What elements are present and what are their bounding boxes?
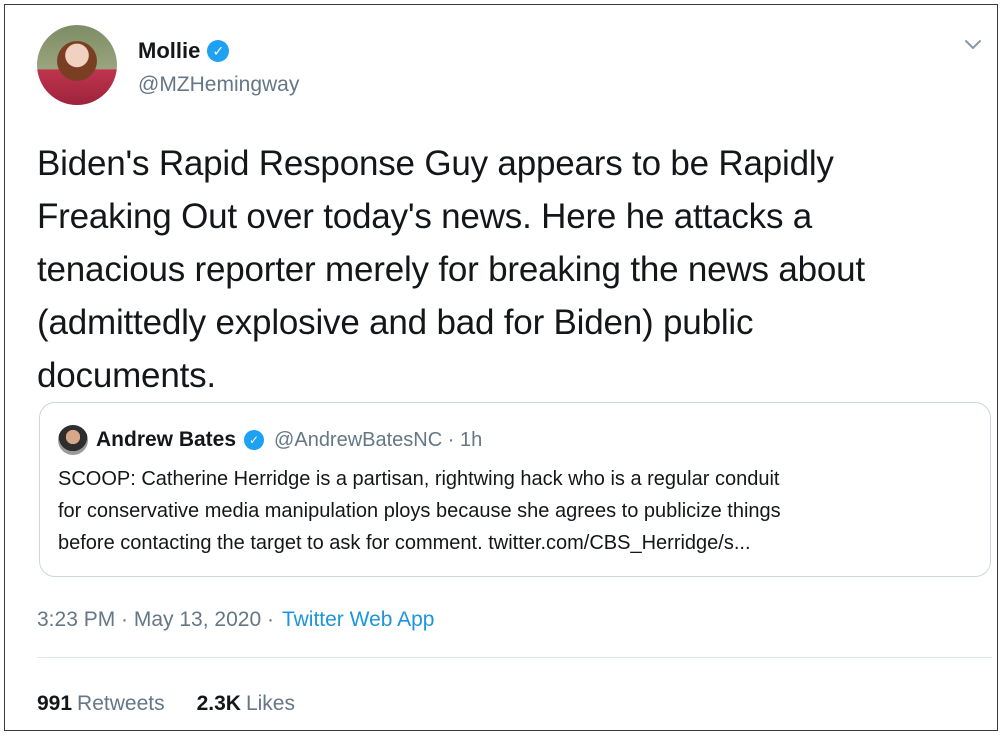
tweet-text-line: documents. — [37, 356, 216, 395]
tweet-text-line: (admittedly explosive and bad for Biden)… — [37, 303, 754, 342]
tweet-card: Mollie ✓ @MZHemingway Biden's Rapid Resp… — [4, 4, 998, 731]
quoted-tweet-header: Andrew Bates ✓ @AndrewBatesNC · 1h — [58, 425, 482, 455]
chevron-down-icon[interactable] — [963, 35, 983, 55]
author-handle[interactable]: @MZHemingway — [138, 73, 299, 97]
tweet-text-line: Freaking Out over today's news. Here he … — [37, 197, 813, 236]
tweet-timestamp-row: 3:23 PM · May 13, 2020 · Twitter Web App — [37, 608, 434, 632]
retweets-stat[interactable]: 991 Retweets — [37, 692, 165, 716]
author-avatar[interactable] — [37, 25, 117, 105]
retweets-label: Retweets — [77, 692, 165, 715]
likes-stat[interactable]: 2.3K Likes — [197, 692, 295, 716]
quoted-author-avatar — [58, 425, 88, 455]
tweet-text-line: Biden's Rapid Response Guy appears to be… — [37, 144, 834, 183]
tweet-timestamp[interactable]: 3:23 PM · May 13, 2020 · — [37, 608, 274, 632]
likes-label: Likes — [245, 692, 295, 715]
quoted-text-line: before contacting the target to ask for … — [58, 532, 751, 554]
tweet-text: Biden's Rapid Response Guy appears to be… — [37, 137, 987, 402]
quoted-author-handle-time: @AndrewBatesNC · 1h — [274, 428, 483, 451]
tweet-text-line: tenacious reporter merely for breaking t… — [37, 250, 865, 289]
verified-badge-icon: ✓ — [244, 430, 265, 450]
verified-badge-icon: ✓ — [207, 40, 230, 62]
divider — [37, 657, 992, 658]
chevron-down-icon-graphic — [965, 40, 981, 49]
quoted-tweet-text: SCOOP: Catherine Herridge is a partisan,… — [58, 463, 978, 559]
quoted-tweet-card[interactable]: Andrew Bates ✓ @AndrewBatesNC · 1h SCOOP… — [39, 402, 991, 577]
tweet-stats: 991 Retweets 2.3K Likes — [37, 692, 295, 716]
retweets-count: 991 — [37, 692, 73, 715]
author-display-name[interactable]: Mollie — [138, 38, 200, 64]
quoted-author-name: Andrew Bates — [96, 428, 237, 451]
author-name-row: Mollie ✓ — [138, 38, 230, 64]
quoted-text-line: for conservative media manipulation ploy… — [58, 500, 781, 522]
tweet-source-link[interactable]: Twitter Web App — [282, 608, 435, 632]
likes-count: 2.3K — [196, 692, 241, 715]
quoted-text-line: SCOOP: Catherine Herridge is a partisan,… — [58, 468, 780, 490]
